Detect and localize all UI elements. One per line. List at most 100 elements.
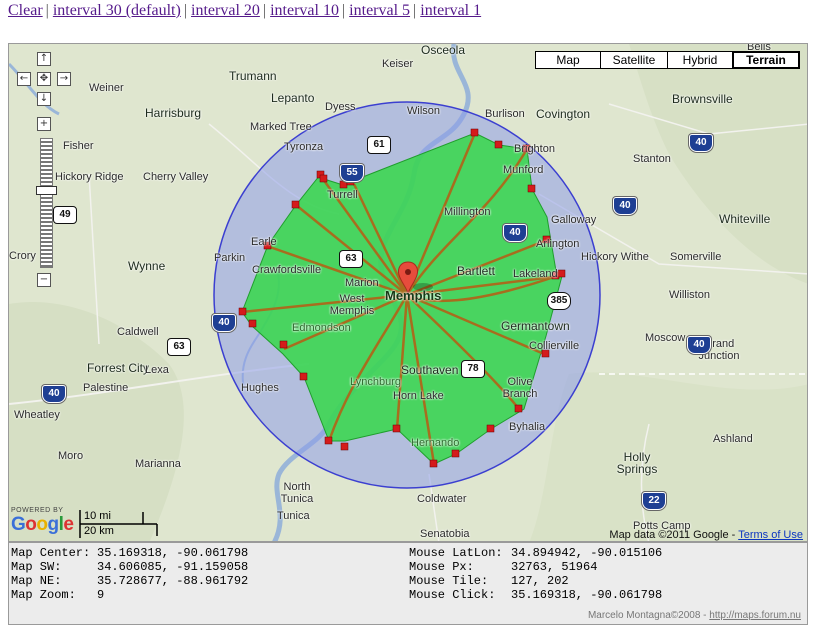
place-label: Trumann (229, 69, 277, 83)
place-label: Millington (444, 206, 491, 218)
mouse-click-value: 35.169318, -90.061798 (511, 588, 663, 602)
place-label: Cherry Valley (143, 171, 209, 183)
vertex-marker (451, 449, 460, 458)
terms-of-use-link[interactable]: Terms of Use (738, 529, 803, 541)
vertex-marker (527, 184, 536, 193)
us-route-shield: 49 (53, 206, 77, 224)
map-sw-value: 34.606085, -91.159058 (97, 560, 249, 574)
vertex-marker (324, 436, 333, 445)
mouse-latlon-value: 34.894942, -90.015106 (511, 546, 663, 560)
interval-links: Clear | interval 30 (default) | interval 20 |… (8, 2, 481, 20)
pan-right-button[interactable]: → (57, 72, 71, 86)
place-label: Harrisburg (145, 106, 202, 120)
place-label: Wynne (128, 259, 166, 273)
us-route-shield: 78 (461, 360, 485, 378)
place-label: Crory (9, 250, 36, 262)
map-zoom-value: 9 (97, 588, 105, 602)
pan-center-button[interactable]: ✥ (37, 72, 51, 86)
mouse-px-label: Mouse Px: (409, 560, 474, 574)
place-label: Edmondson (292, 322, 351, 334)
map-zoom-label: Map Zoom: (11, 588, 76, 602)
place-label: Whiteville (719, 212, 771, 226)
place-label: Southaven (401, 363, 459, 377)
interval-1-link[interactable]: interval 1 (420, 2, 481, 19)
interstate-shield: 22 (642, 492, 666, 510)
vertex-marker (429, 459, 438, 468)
us-route-shield: 63 (167, 338, 191, 356)
pan-left-button[interactable]: ← (17, 72, 31, 86)
place-label: Marked Tree (250, 121, 312, 133)
zoom-slider-thumb[interactable] (36, 186, 57, 195)
place-label: Ashland (713, 433, 753, 445)
clear-link[interactable]: Clear (8, 2, 43, 19)
place-label: Earle (251, 236, 277, 248)
place-label: Brownsville (672, 92, 733, 106)
vertex-marker (557, 269, 566, 278)
place-label: Stanton (633, 153, 671, 165)
place-label: Keiser (382, 58, 414, 70)
mouse-tile-value: 127, 202 (511, 574, 569, 588)
place-label: Horn Lake (393, 390, 444, 402)
place-label: Marion (345, 277, 379, 289)
place-label: Weiner (89, 82, 124, 94)
place-label: Lynchburg (350, 376, 401, 388)
zoom-slider-track[interactable] (40, 138, 53, 268)
vertex-marker (299, 372, 308, 381)
scale-miles-label: 10 mi (84, 510, 111, 522)
vertex-marker (279, 340, 288, 349)
interval-20-link[interactable]: interval 20 (191, 2, 260, 19)
interstate-shield: 40 (503, 224, 527, 242)
zoom-out-button[interactable]: − (37, 273, 51, 287)
map-attribution: Map data ©2011 Google - Terms of Use (609, 529, 803, 541)
vertex-marker (514, 404, 523, 413)
google-wordmark: Google (11, 514, 74, 535)
pan-up-button[interactable]: ↑ (37, 52, 51, 66)
state-route-shield: 385 (547, 292, 571, 310)
map-center-label: Map Center: (11, 546, 91, 560)
map-type-terrain-button[interactable]: Terrain (732, 52, 799, 68)
map-type-map-button[interactable]: Map (536, 52, 600, 68)
interval-10-link[interactable]: interval 10 (270, 2, 339, 19)
separator: | (341, 2, 346, 19)
place-label: Tunica (277, 510, 310, 522)
place-label: Hickory Ridge (55, 171, 124, 183)
vertex-marker (238, 307, 247, 316)
place-label: Byhalia (509, 421, 546, 433)
vertex-marker (248, 319, 257, 328)
scale-bar: 10 mi 20 km (79, 510, 159, 538)
pan-down-button[interactable]: ↓ (37, 92, 51, 106)
place-label: Caldwell (117, 326, 159, 338)
vertex-marker (486, 424, 495, 433)
interstate-shield: 40 (42, 385, 66, 403)
us-route-shield: 61 (367, 136, 391, 154)
place-label: Osceola (421, 43, 466, 57)
coordinates-info-panel: Map Center: 35.169318, -90.061798 Map SW… (8, 542, 808, 625)
place-label: Parkin (214, 252, 246, 264)
map-type-hybrid-button[interactable]: Hybrid (667, 52, 732, 68)
place-label: Galloway (551, 214, 597, 226)
place-label: Covington (536, 107, 591, 121)
place-label: Fisher (63, 140, 94, 152)
vertex-marker (470, 128, 479, 137)
place-label: Marianna (135, 458, 181, 470)
interstate-shield: 40 (613, 197, 637, 215)
map-type-satellite-button[interactable]: Satellite (600, 52, 667, 68)
interval-30-link[interactable]: interval 30 (default) (53, 2, 181, 19)
mouse-px-value: 32763, 51964 (511, 560, 598, 574)
place-label: Collierville (529, 340, 580, 352)
interstate-shield: 40 (212, 314, 236, 332)
credit-link[interactable]: http://maps.forum.nu (709, 610, 801, 621)
author-credit: Marcelo Montagna©2008 - http://maps.foru… (588, 610, 801, 621)
map-canvas[interactable]: Osceola Keiser Trumann Weiner Lepanto Dy… (8, 43, 808, 542)
place-label: Hughes (241, 382, 279, 394)
place-label: Turrell (327, 189, 358, 201)
separator: | (183, 2, 188, 19)
interval-5-link[interactable]: interval 5 (349, 2, 410, 19)
place-label: Williston (669, 289, 710, 301)
place-label: Bartlett (457, 264, 496, 278)
map-ne-label: Map NE: (11, 574, 62, 588)
zoom-in-button[interactable]: + (37, 117, 51, 131)
credit-text: Marcelo Montagna©2008 - (587, 610, 707, 621)
google-logo[interactable]: POWERED BY Google (11, 507, 74, 536)
interstate-shield: 40 (687, 336, 711, 354)
